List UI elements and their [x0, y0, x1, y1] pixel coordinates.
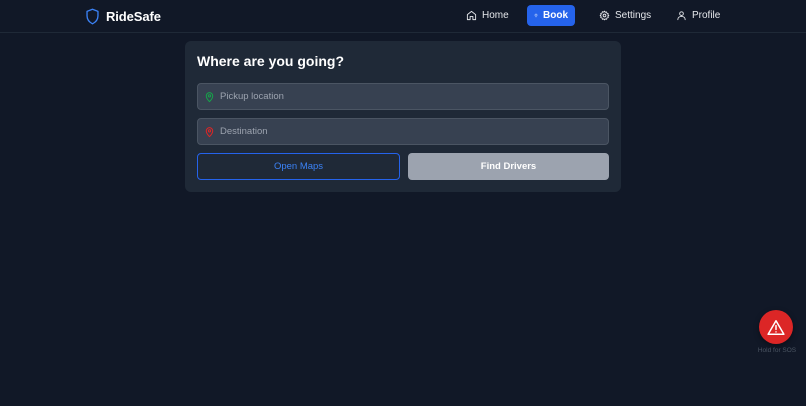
open-maps-button[interactable]: Open Maps	[197, 153, 400, 180]
find-drivers-button[interactable]: Find Drivers	[408, 153, 609, 180]
nav-item-book[interactable]: Book	[527, 5, 575, 26]
app-name: RideSafe	[106, 8, 161, 24]
alert-triangle-icon	[767, 319, 785, 335]
map-pin-icon	[205, 126, 214, 137]
sos-hint: Hold for SOS	[757, 347, 797, 354]
nav-item-settings[interactable]: Settings	[591, 5, 659, 26]
shield-icon	[86, 8, 99, 24]
brand[interactable]: RideSafe	[85, 6, 161, 26]
nav-item-home[interactable]: Home	[458, 5, 517, 26]
nav-item-label: Book	[543, 10, 568, 21]
nav-item-profile[interactable]: Profile	[668, 5, 728, 26]
gear-icon	[599, 10, 610, 21]
destination-input[interactable]	[220, 126, 600, 137]
booking-card: Where are you going? Open Maps Find Driv…	[185, 41, 621, 192]
home-icon	[466, 10, 477, 21]
destination-field[interactable]	[197, 118, 609, 145]
user-icon	[677, 11, 686, 21]
booking-title: Where are you going?	[197, 53, 345, 69]
sos-button[interactable]	[759, 310, 793, 344]
pickup-input[interactable]	[220, 91, 600, 102]
map-pin-icon	[205, 91, 214, 102]
pickup-field[interactable]	[197, 83, 609, 110]
nav-item-label: Profile	[692, 10, 721, 21]
nav-item-label: Settings	[615, 10, 652, 21]
top-navbar: RideSafe Home Book Settings Profile	[0, 0, 806, 33]
nav-item-label: Home	[482, 10, 509, 21]
map-pin-icon	[534, 13, 538, 18]
